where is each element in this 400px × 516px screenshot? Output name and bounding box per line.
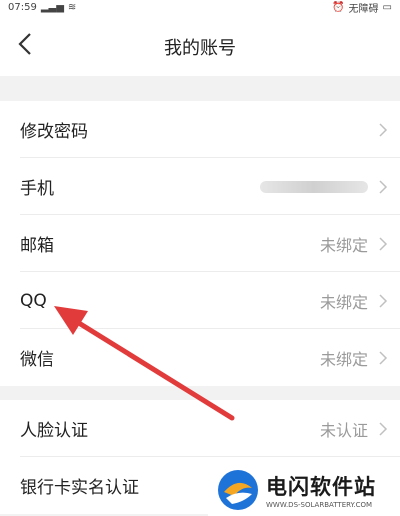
alarm-icon: ⏰ [332, 1, 345, 13]
chevron-right-icon [379, 293, 388, 308]
status-bar: 07:59 ▂▃▅ ≋ ⏰ 无障碍 ▭ [0, 0, 400, 15]
chevron-right-icon [379, 179, 388, 194]
chevron-right-icon [379, 421, 388, 436]
masked-phone-number [260, 180, 368, 193]
row-status: 未绑定 [319, 349, 368, 369]
row-wechat[interactable]: 微信 未绑定 [0, 329, 400, 386]
wifi-icon: ≋ [67, 1, 77, 13]
page-title: 我的账号 [164, 38, 236, 59]
row-label: 微信 [20, 350, 54, 370]
watermark-url: WWW.DS-SOLARBATTERY.COM [266, 500, 373, 509]
row-label: 人脸认证 [20, 421, 88, 441]
account-group: 修改密码 手机 邮箱 未绑定 QQ 未绑定 微信 未绑定 [0, 101, 400, 386]
row-change-password[interactable]: 修改密码 [0, 101, 400, 158]
chevron-right-icon [379, 122, 388, 137]
row-label: 手机 [20, 179, 54, 199]
row-label: 邮箱 [20, 236, 54, 256]
status-time: 07:59 [8, 1, 37, 13]
nav-bar: 我的账号 [0, 14, 400, 76]
signal-icon: ▂▃▅ [40, 1, 64, 13]
row-email[interactable]: 邮箱 未绑定 [0, 215, 400, 272]
row-label: 修改密码 [20, 122, 88, 142]
watermark: 电闪软件站 WWW.DS-SOLARBATTERY.COM [208, 463, 400, 516]
chevron-right-icon [379, 236, 388, 251]
row-status: 未绑定 [319, 292, 368, 312]
watermark-name: 电闪软件站 [266, 474, 376, 499]
row-label: QQ [20, 290, 47, 311]
row-qq[interactable]: QQ 未绑定 [0, 272, 400, 329]
row-phone[interactable]: 手机 [0, 158, 400, 215]
status-carrier: 无障碍 [348, 3, 379, 15]
battery-icon: ▭ [382, 1, 392, 13]
row-label: 银行卡实名认证 [20, 478, 139, 498]
dianshan-logo-icon [218, 469, 258, 510]
row-status: 未绑定 [319, 235, 368, 255]
chevron-right-icon [379, 350, 388, 365]
row-status: 未认证 [319, 420, 368, 440]
row-face-verification[interactable]: 人脸认证 未认证 [0, 400, 400, 457]
